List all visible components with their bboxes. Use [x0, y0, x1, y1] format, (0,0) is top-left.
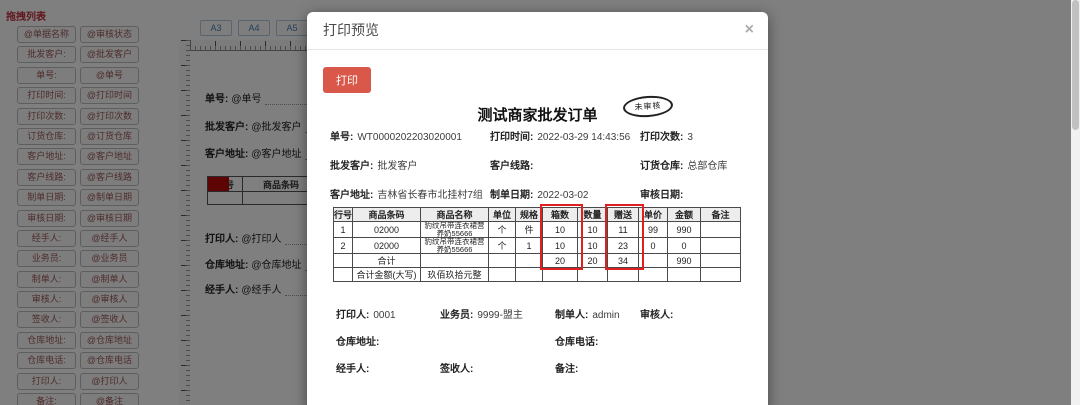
- footer-receiver: 签收人:: [440, 360, 477, 375]
- footer-auditor: 审核人:: [640, 306, 677, 321]
- print-button[interactable]: 打印: [323, 67, 371, 93]
- info-audit-date: 审核日期:: [640, 186, 750, 201]
- modal-header: 打印预览 ×: [307, 12, 768, 50]
- page-scrollbar[interactable]: [1071, 0, 1080, 405]
- box-count-column-highlight: [540, 204, 583, 270]
- footer-remark: 备注:: [555, 360, 582, 375]
- document-info: 单号:WT0000202203020001 打印时间:2022-03-29 14…: [330, 128, 750, 215]
- footer-warehouse-phone: 仓库电话:: [555, 333, 602, 348]
- info-make-date: 制单日期:2022-03-02: [490, 186, 640, 201]
- modal-title: 打印预览: [323, 22, 379, 38]
- footer-salesman: 业务员:9999-盟主: [440, 306, 523, 321]
- template-designer-page: 拖拽列表 @单据名称 @审核状态 批发客户: @批发客户 单号: @单号 打印时…: [0, 0, 1080, 405]
- table-amount-words-row: 合计金额(大写) 玖佰玖拾元整: [334, 268, 741, 282]
- close-icon[interactable]: ×: [745, 21, 754, 39]
- info-customer-address: 客户地址:吉林省长春市北挂村7组: [330, 186, 490, 201]
- table-total-row: 合计 20 2034 990: [334, 254, 741, 268]
- info-print-time: 打印时间:2022-03-29 14:43:56: [490, 128, 640, 143]
- gift-column-highlight: [605, 204, 644, 270]
- footer-printer: 打印人:0001: [336, 306, 396, 321]
- info-order-no: 单号:WT0000202203020001: [330, 128, 490, 143]
- scrollbar-thumb[interactable]: [1072, 0, 1079, 130]
- info-order-warehouse: 订货仓库:总部仓库: [640, 157, 750, 172]
- print-preview-modal: 打印预览 × 打印 测试商家批发订单 未审核 单号:WT000020220302…: [307, 12, 768, 405]
- table-row: 202000 豹纹吊带连衣裙营养奶55666个 110 1023 00: [334, 238, 741, 254]
- info-wholesale-customer: 批发客户:批发客户: [330, 157, 490, 172]
- info-customer-route: 客户线路:: [490, 157, 640, 172]
- footer-warehouse-address: 仓库地址:: [336, 333, 383, 348]
- document-title: 测试商家批发订单: [307, 104, 768, 125]
- info-print-count: 打印次数:3: [640, 128, 750, 143]
- footer-handler: 经手人:: [336, 360, 373, 375]
- table-header-row: 行号商品条码 商品名称单位 规格箱数 数量赠送 单价金额 备注: [334, 208, 741, 222]
- order-items-table: 行号商品条码 商品名称单位 规格箱数 数量赠送 单价金额 备注 102000 豹…: [333, 207, 741, 282]
- table-row: 102000 豹纹吊带连衣裙营养奶55666个 件10 1011 99990: [334, 222, 741, 238]
- footer-maker: 制单人:admin: [555, 306, 620, 321]
